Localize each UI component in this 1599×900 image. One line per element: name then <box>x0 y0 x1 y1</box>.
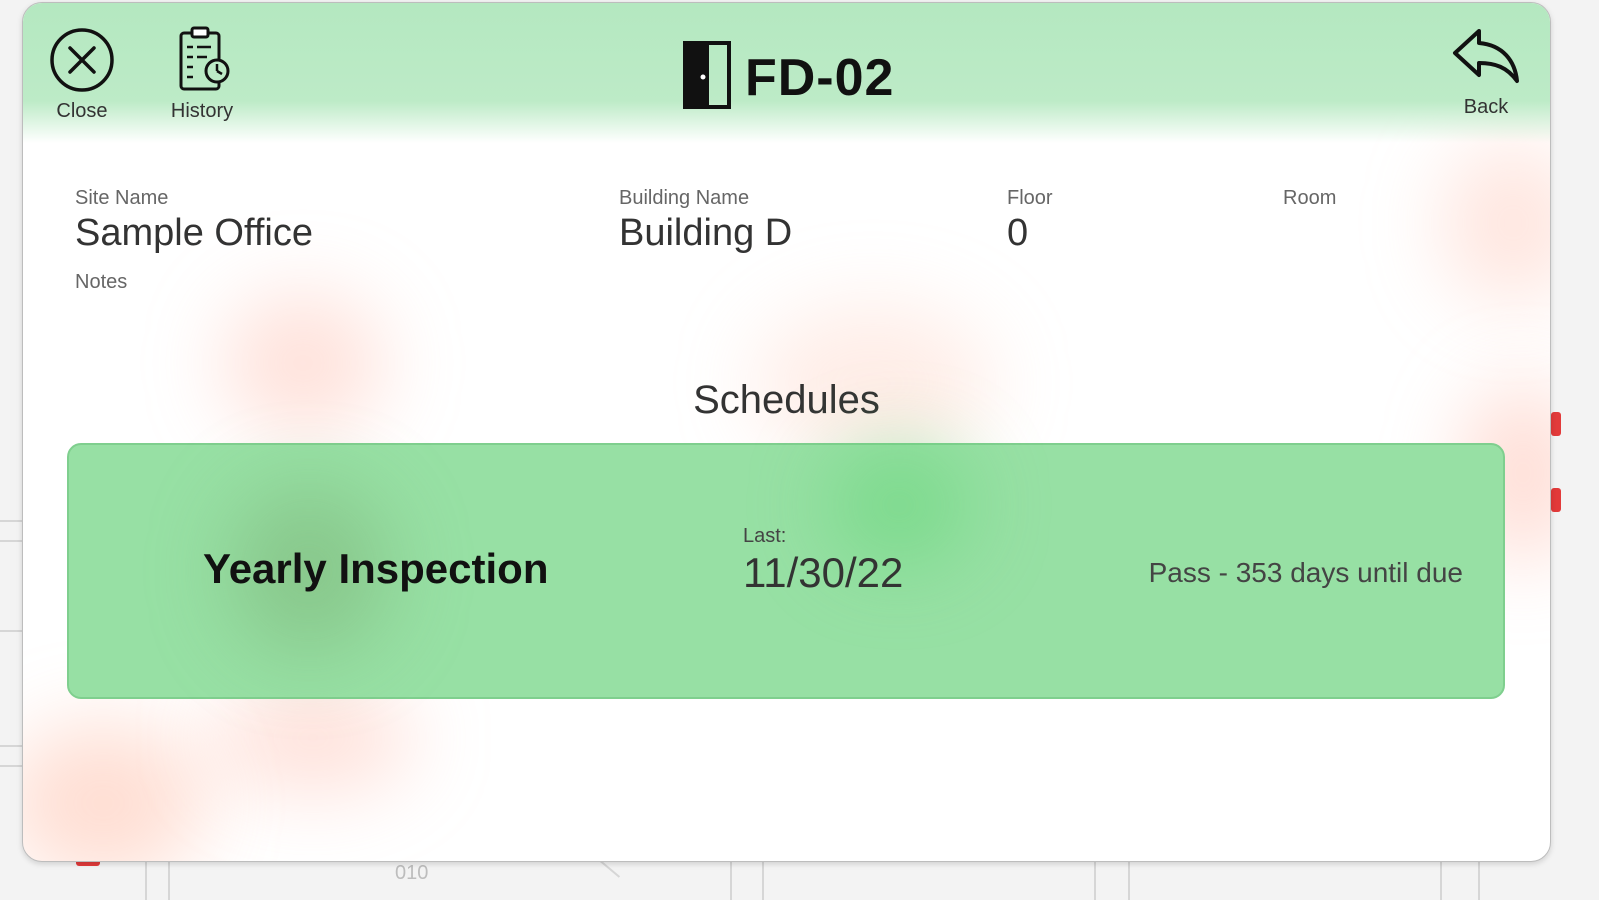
schedule-last-label: Last: <box>743 525 787 547</box>
floor-label: Floor <box>1007 187 1053 209</box>
fire-door-icon <box>679 39 735 116</box>
back-label: Back <box>1463 96 1509 118</box>
page-title: FD-02 <box>744 48 895 107</box>
room-field: Room <box>1283 187 1336 212</box>
device-title: FD-02 <box>23 39 1550 116</box>
schedules-heading: Schedules <box>693 378 880 422</box>
notes-field: Notes <box>75 271 127 294</box>
building-name-field: Building Name Building D <box>619 187 792 255</box>
room-label: Room <box>1283 187 1337 209</box>
schedule-last-date: 11/30/22 <box>743 549 904 596</box>
site-name-field: Site Name Sample Office <box>75 187 313 255</box>
panel-header: Close History FD-02 Back <box>23 3 1550 143</box>
site-name-value: Sample Office <box>75 212 313 254</box>
building-name-value: Building D <box>619 212 793 254</box>
floor-value: 0 <box>1007 212 1029 254</box>
schedule-name: Yearly Inspection <box>203 545 549 592</box>
back-arrow-icon <box>1449 29 1523 93</box>
building-name-label: Building Name <box>619 187 750 209</box>
plan-room-label: 010 <box>395 862 429 884</box>
schedule-card-yearly-inspection[interactable]: Yearly Inspection Last: 11/30/22 Pass - … <box>67 443 1505 699</box>
site-name-label: Site Name <box>75 187 169 209</box>
notes-label: Notes <box>75 271 128 293</box>
schedule-status: Pass - 353 days until due <box>1148 557 1463 588</box>
device-detail-panel: Close History FD-02 Back Site Name Sampl… <box>22 2 1551 862</box>
floor-field: Floor 0 <box>1007 187 1053 255</box>
back-button[interactable]: Back <box>1446 25 1526 119</box>
